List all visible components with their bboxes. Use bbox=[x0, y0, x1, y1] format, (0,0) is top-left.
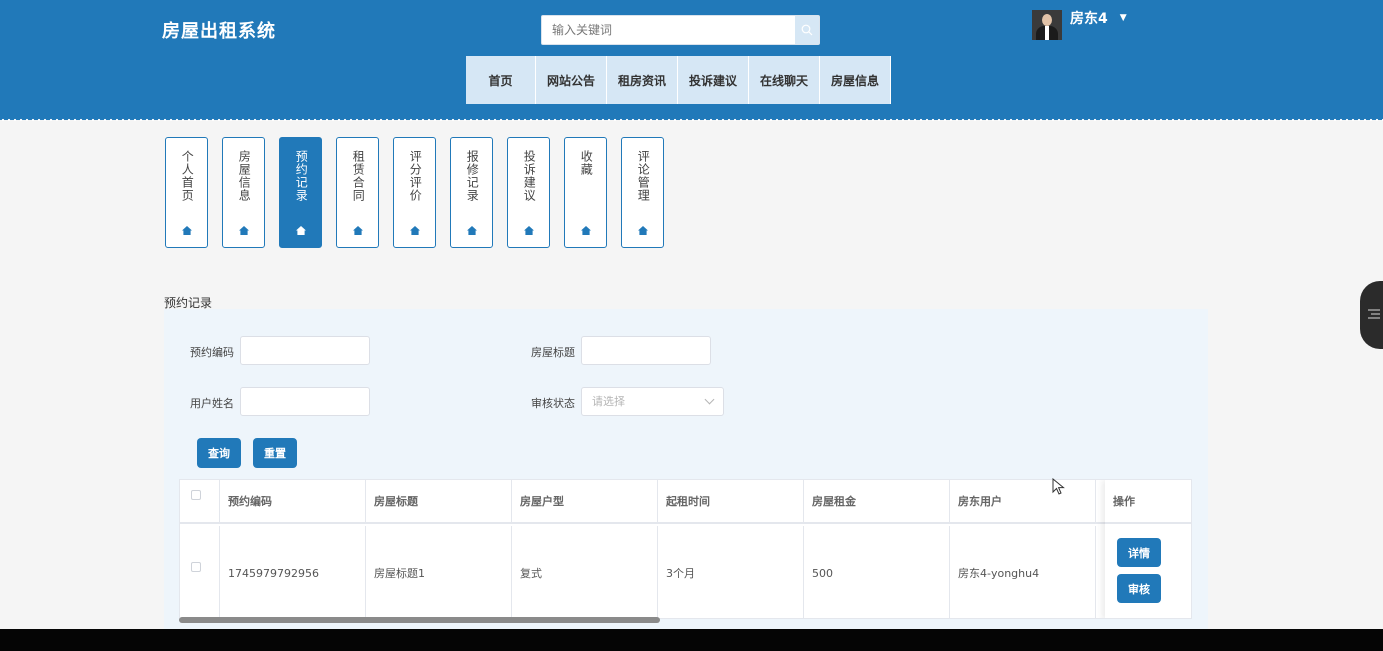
tab-label: 收藏 bbox=[579, 150, 594, 176]
tab-label: 评论管理 bbox=[636, 150, 651, 202]
tab-comment-management[interactable]: 评论管理 bbox=[621, 137, 664, 248]
header-house-type[interactable]: 房屋户型 bbox=[512, 480, 658, 522]
list-icon bbox=[1368, 309, 1380, 319]
tab-repair-records[interactable]: 报修记录 bbox=[450, 137, 493, 248]
site-brand[interactable]: 房屋出租系统 bbox=[162, 17, 276, 43]
header-landlord[interactable]: 房东用户 bbox=[950, 480, 1096, 522]
chevron-down-icon bbox=[704, 394, 715, 405]
tab-label: 租赁合同 bbox=[351, 150, 366, 202]
header-divider bbox=[0, 118, 1383, 122]
home-icon bbox=[238, 226, 249, 235]
tab-complaints[interactable]: 投诉建议 bbox=[507, 137, 550, 248]
operations-column: 操作 详情 审核 bbox=[1105, 480, 1191, 618]
header-rent[interactable]: 房屋租金 bbox=[804, 480, 950, 522]
header-house-title[interactable]: 房屋标题 bbox=[366, 480, 512, 522]
nav-item-house-info[interactable]: 房屋信息 bbox=[820, 56, 891, 104]
home-icon bbox=[409, 226, 420, 235]
detail-button[interactable]: 详情 bbox=[1117, 538, 1161, 567]
cell-rent: 500 bbox=[804, 526, 950, 618]
cell-landlord: 房东4-yonghu4 bbox=[950, 526, 1096, 618]
booking-code-label: 预约编码 bbox=[190, 346, 234, 359]
tab-label: 报修记录 bbox=[465, 150, 480, 202]
caret-down-icon[interactable]: ▼ bbox=[1120, 13, 1127, 23]
cell-house-title: 房屋标题1 bbox=[366, 526, 512, 618]
tab-personal-home[interactable]: 个人首页 bbox=[165, 137, 208, 248]
table-header-row: 预约编码 房屋标题 房屋户型 起租时间 房屋租金 房东用户 bbox=[180, 480, 1191, 524]
nav-item-complaints[interactable]: 投诉建议 bbox=[678, 56, 749, 104]
home-icon bbox=[580, 226, 591, 235]
user-name-label: 用户姓名 bbox=[190, 397, 234, 410]
review-status-label: 审核状态 bbox=[531, 397, 575, 410]
nav-item-rental-news[interactable]: 租房资讯 bbox=[607, 56, 678, 104]
tab-label: 评分评价 bbox=[408, 150, 423, 202]
tab-booking-records[interactable]: 预约记录 bbox=[279, 137, 322, 248]
nav-item-home[interactable]: 首页 bbox=[466, 56, 536, 104]
nav-item-announcements[interactable]: 网站公告 bbox=[536, 56, 607, 104]
select-all-cell bbox=[180, 480, 220, 522]
tab-house-info[interactable]: 房屋信息 bbox=[222, 137, 265, 248]
row-checkbox[interactable] bbox=[191, 562, 201, 572]
tab-ratings[interactable]: 评分评价 bbox=[393, 137, 436, 248]
review-status-select[interactable]: 请选择 bbox=[581, 387, 724, 416]
reset-button[interactable]: 重置 bbox=[253, 438, 297, 468]
search-input[interactable] bbox=[542, 16, 796, 44]
search-button[interactable] bbox=[795, 16, 819, 44]
table-row: 1745979792956 房屋标题1 复式 3个月 500 房东4-yongh… bbox=[180, 526, 1191, 618]
side-floating-widget[interactable] bbox=[1360, 281, 1383, 349]
booking-table: 预约编码 房屋标题 房屋户型 起租时间 房屋租金 房东用户 1745979792… bbox=[179, 479, 1192, 619]
tab-label: 房屋信息 bbox=[237, 150, 252, 202]
username[interactable]: 房东4 bbox=[1070, 8, 1108, 28]
tab-lease-contracts[interactable]: 租赁合同 bbox=[336, 137, 379, 248]
tab-label: 投诉建议 bbox=[522, 150, 537, 202]
header-operations: 操作 bbox=[1105, 480, 1191, 524]
cell-booking-code: 1745979792956 bbox=[220, 526, 366, 618]
tab-label: 预约记录 bbox=[294, 150, 309, 202]
booking-code-input[interactable] bbox=[240, 336, 370, 365]
header-booking-code[interactable]: 预约编码 bbox=[220, 480, 366, 522]
side-tabs: 个人首页 房屋信息 预约记录 租赁合同 评分评价 报修记录 投诉建议 收藏 评论… bbox=[165, 137, 678, 248]
user-menu[interactable]: 房东4 ▼ bbox=[1032, 10, 1127, 40]
review-button[interactable]: 审核 bbox=[1117, 574, 1161, 603]
header-lease-start[interactable]: 起租时间 bbox=[658, 480, 804, 522]
cell-house-type: 复式 bbox=[512, 526, 658, 618]
home-icon bbox=[181, 226, 192, 235]
user-name-input[interactable] bbox=[240, 387, 370, 416]
tab-label: 个人首页 bbox=[180, 150, 195, 202]
home-icon bbox=[637, 226, 648, 235]
house-title-label: 房屋标题 bbox=[531, 346, 575, 359]
review-status-placeholder: 请选择 bbox=[592, 395, 625, 408]
house-title-input[interactable] bbox=[581, 336, 711, 365]
nav-item-online-chat[interactable]: 在线聊天 bbox=[749, 56, 820, 104]
bottom-black-bar bbox=[0, 629, 1383, 651]
select-all-checkbox[interactable] bbox=[191, 490, 201, 500]
main-nav: 首页 网站公告 租房资讯 投诉建议 在线聊天 房屋信息 bbox=[466, 56, 891, 104]
home-icon bbox=[523, 226, 534, 235]
table-horizontal-scrollbar[interactable] bbox=[179, 617, 660, 623]
home-icon bbox=[352, 226, 363, 235]
mouse-cursor-icon bbox=[1052, 478, 1065, 495]
query-button[interactable]: 查询 bbox=[197, 438, 241, 468]
top-header: 房屋出租系统 房东4 ▼ 首页 网站公告 租房资讯 投诉建议 在线聊天 房屋信息 bbox=[0, 0, 1383, 120]
avatar[interactable] bbox=[1032, 10, 1062, 40]
cell-lease-start: 3个月 bbox=[658, 526, 804, 618]
search-icon bbox=[801, 24, 813, 36]
home-icon bbox=[466, 226, 477, 235]
search-box bbox=[541, 15, 820, 45]
row-select-cell bbox=[180, 526, 220, 618]
home-icon bbox=[295, 226, 306, 235]
tab-favorites[interactable]: 收藏 bbox=[564, 137, 607, 248]
